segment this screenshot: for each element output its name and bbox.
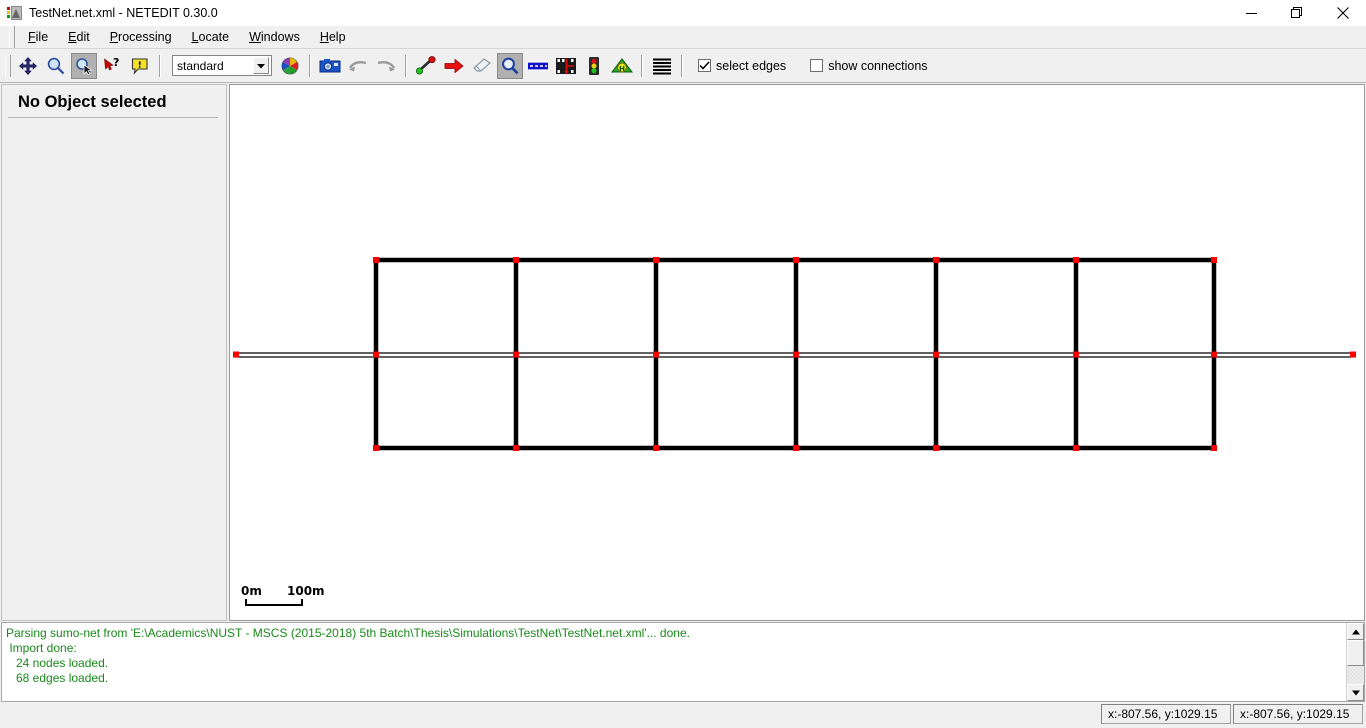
- message-log-panel: Parsing sumo-net from 'E:\Academics\NUST…: [1, 622, 1365, 702]
- undo-icon[interactable]: [345, 53, 371, 79]
- network-svg[interactable]: [230, 85, 1365, 621]
- menu-edit[interactable]: Edit: [58, 28, 100, 46]
- chevron-down-icon[interactable]: [253, 57, 269, 74]
- status-spacer: [3, 704, 1099, 724]
- message-log-text: Parsing sumo-net from 'E:\Academics\NUST…: [2, 623, 1346, 701]
- select-edges-checkbox[interactable]: select edges: [698, 59, 786, 73]
- toolbar: ? standard H select edges show connectio…: [0, 49, 1366, 83]
- scale-label-min: 0m: [241, 584, 262, 598]
- attributes-sidebar: No Object selected: [1, 84, 227, 621]
- coloring-scheme-combo[interactable]: standard: [172, 55, 272, 76]
- log-vertical-scrollbar[interactable]: [1346, 623, 1364, 701]
- cursor-position-cell: x:-807.56, y:1029.15: [1101, 704, 1231, 724]
- scale-bar: 0m 100m: [241, 584, 325, 606]
- menu-help-rest: elp: [328, 30, 346, 44]
- main-area: No Object selected 0m 100m: [0, 83, 1366, 621]
- crossing-icon[interactable]: [553, 53, 579, 79]
- toolbar-separator-2: [309, 54, 311, 77]
- select-edges-checkbox-box[interactable]: [698, 59, 711, 72]
- menu-grip: [9, 26, 15, 48]
- toolbar-separator-4: [641, 54, 643, 77]
- coloring-scheme-value: standard: [177, 58, 224, 73]
- menu-file[interactable]: File: [18, 28, 58, 46]
- scrollbar-track[interactable]: [1347, 666, 1364, 684]
- lines-list-icon[interactable]: [649, 53, 675, 79]
- scale-labels: 0m 100m: [241, 584, 325, 599]
- zoom-icon[interactable]: [43, 53, 69, 79]
- additional-icon[interactable]: H: [609, 53, 635, 79]
- scroll-down-arrow-icon[interactable]: [1347, 684, 1364, 701]
- log-line: 68 edges loaded.: [6, 671, 109, 685]
- show-connections-checkbox-box[interactable]: [810, 59, 824, 72]
- menu-edit-rest: dit: [76, 30, 90, 44]
- toolbar-separator-5: [681, 54, 683, 77]
- create-edge-icon[interactable]: [413, 53, 439, 79]
- toolbar-separator-3: [405, 54, 407, 77]
- edit-view-port-icon[interactable]: [71, 52, 97, 79]
- menu-processing[interactable]: Processing: [100, 28, 182, 46]
- menu-locate[interactable]: Locate: [182, 28, 240, 46]
- menu-file-rest: ile: [35, 30, 49, 44]
- show-connections-label: show connections: [828, 58, 928, 73]
- show-connections-checkbox[interactable]: show connections: [810, 58, 928, 73]
- netedit-window: TestNet.net.xml - NETEDIT 0.30.0 File Ed…: [0, 0, 1366, 728]
- log-line: 24 nodes loaded.: [6, 656, 109, 670]
- scale-ruler: [245, 599, 303, 606]
- svg-text:H: H: [619, 65, 625, 73]
- menu-processing-rest: rocessing: [118, 30, 172, 44]
- status-bar: x:-807.56, y:1029.15 x:-807.56, y:1029.1…: [0, 702, 1366, 728]
- restore-button[interactable]: [1274, 0, 1320, 26]
- camera-icon[interactable]: [317, 53, 343, 79]
- menu-help[interactable]: Help: [310, 28, 356, 46]
- help-cursor-icon[interactable]: ?: [99, 53, 125, 79]
- scroll-up-arrow-icon[interactable]: [1347, 623, 1364, 640]
- redo-icon[interactable]: [373, 53, 399, 79]
- no-object-selected-label: No Object selected: [8, 87, 218, 118]
- title-bar: TestNet.net.xml - NETEDIT 0.30.0: [0, 0, 1366, 26]
- menu-bar: File Edit Processing Locate Windows Help: [0, 26, 1366, 49]
- close-button[interactable]: [1320, 0, 1366, 26]
- window-title: TestNet.net.xml - NETEDIT 0.30.0: [29, 6, 218, 20]
- menu-windows-rest: indows: [260, 30, 300, 44]
- log-line: Import done:: [6, 641, 77, 655]
- scrollbar-thumb[interactable]: [1347, 640, 1364, 666]
- toolbar-separator-1: [159, 54, 161, 77]
- window-controls: [1228, 0, 1366, 26]
- color-wheel-icon[interactable]: [277, 53, 303, 79]
- menu-windows[interactable]: Windows: [239, 28, 310, 46]
- connection-icon[interactable]: [525, 53, 551, 79]
- minimize-button[interactable]: [1228, 0, 1274, 26]
- network-position-cell: x:-807.56, y:1029.15: [1233, 704, 1363, 724]
- select-edges-label: select edges: [716, 58, 787, 73]
- recenter-view-icon[interactable]: [15, 53, 41, 79]
- inspect-magnifier-icon[interactable]: [497, 52, 523, 79]
- network-canvas[interactable]: 0m 100m: [229, 84, 1365, 621]
- delete-eraser-icon[interactable]: [469, 53, 495, 79]
- traffic-light-icon[interactable]: [581, 53, 607, 79]
- toolbar-grip: [5, 54, 11, 77]
- comment-icon[interactable]: [127, 53, 153, 79]
- menu-locate-rest: ocate: [198, 30, 230, 44]
- netedit-icon: [6, 5, 22, 21]
- log-line: Parsing sumo-net from 'E:\Academics\NUST…: [6, 626, 690, 640]
- svg-text:?: ?: [113, 56, 119, 69]
- scale-label-max: 100m: [287, 584, 325, 598]
- move-arrow-icon[interactable]: [441, 53, 467, 79]
